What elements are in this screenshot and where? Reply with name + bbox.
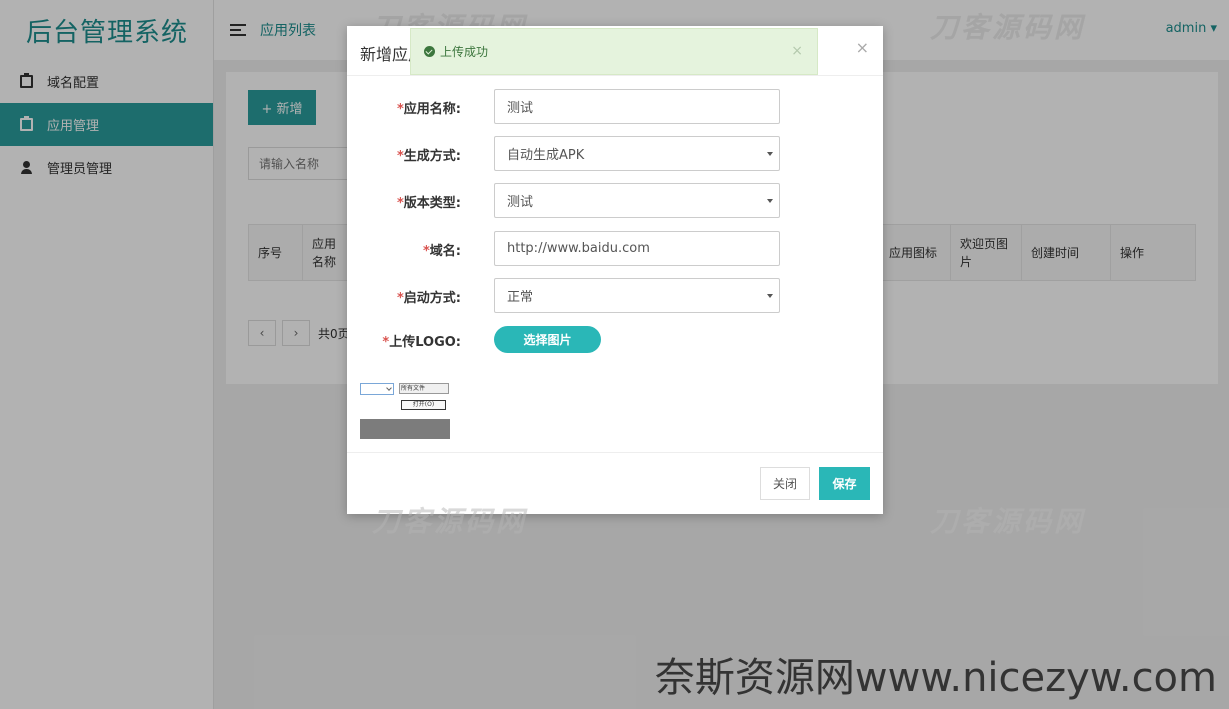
launch-mode-select[interactable]: 正常 bbox=[494, 278, 780, 313]
watermark-bottom-right: 刀客源码网 bbox=[930, 505, 1086, 538]
upload-success-alert: 上传成功 × bbox=[410, 28, 818, 75]
modal-header: 新增应用 × 上传成功 × bbox=[347, 26, 883, 76]
domain-input[interactable]: http://www.baidu.com bbox=[494, 231, 780, 266]
preview-dropdown bbox=[360, 383, 394, 395]
logo-preview-image: 所有文件 打开(O) bbox=[360, 376, 450, 439]
check-circle-icon bbox=[424, 46, 435, 57]
close-button[interactable]: 关闭 bbox=[760, 467, 810, 500]
form-row-version-type: *版本类型: 测试 bbox=[347, 183, 883, 218]
form-row-app-name: *应用名称: 测试 bbox=[347, 89, 883, 124]
form-row-build-method: *生成方式: 自动生成APK bbox=[347, 136, 883, 171]
close-icon[interactable]: × bbox=[856, 38, 869, 57]
watermark-bottom-left: 刀客源码网 bbox=[372, 505, 528, 538]
app-name-input[interactable]: 测试 bbox=[494, 89, 780, 124]
field-label: *版本类型: bbox=[396, 196, 461, 211]
field-label: *上传LOGO: bbox=[382, 335, 461, 350]
alert-close-icon[interactable]: × bbox=[791, 43, 803, 59]
field-label: *启动方式: bbox=[396, 291, 461, 306]
version-type-select[interactable]: 测试 bbox=[494, 183, 780, 218]
build-method-select[interactable]: 自动生成APK bbox=[494, 136, 780, 171]
save-button[interactable]: 保存 bbox=[819, 467, 870, 500]
add-app-modal: 新增应用 × 上传成功 × *应用名称: 测试 *生成方式: 自动生成APK *… bbox=[347, 26, 883, 514]
alert-text: 上传成功 bbox=[440, 45, 489, 59]
preview-filter-text: 所有文件 bbox=[399, 383, 449, 394]
form-row-launch-mode: *启动方式: 正常 bbox=[347, 278, 883, 313]
site-watermark: 奈斯资源网www.nicezyw.com bbox=[654, 655, 1217, 701]
field-label: *应用名称: bbox=[396, 102, 461, 117]
choose-image-button[interactable]: 选择图片 bbox=[494, 326, 601, 353]
preview-open-button: 打开(O) bbox=[401, 400, 446, 410]
form-row-domain: *域名: http://www.baidu.com bbox=[347, 231, 883, 266]
field-label: *域名: bbox=[422, 244, 461, 259]
form-row-upload-logo: *上传LOGO: 选择图片 bbox=[347, 324, 883, 359]
field-label: *生成方式: bbox=[396, 149, 461, 164]
